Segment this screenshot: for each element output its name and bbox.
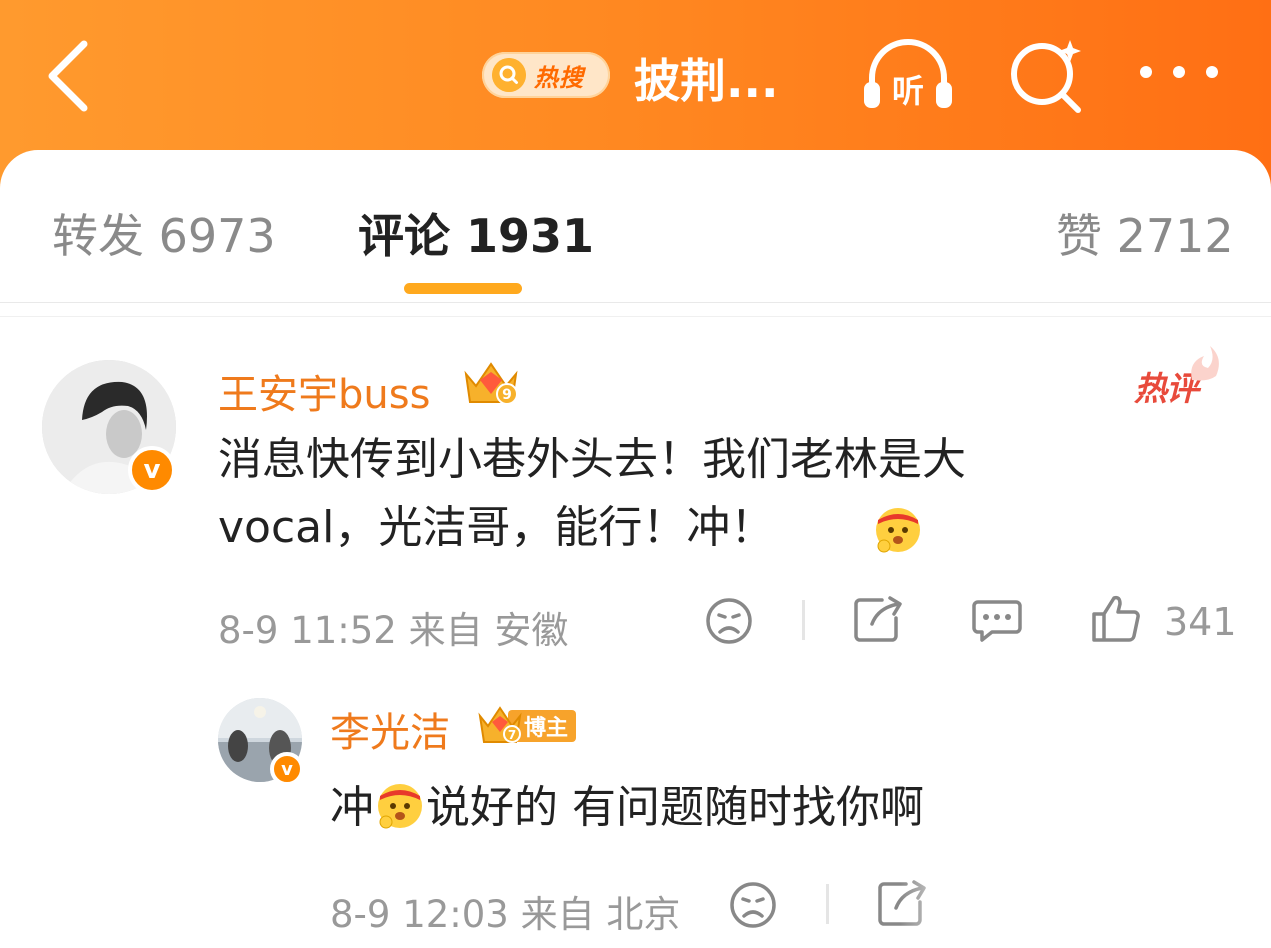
action-separator bbox=[826, 884, 829, 924]
action-separator bbox=[802, 600, 805, 640]
blogger-badge: 7 博主 bbox=[478, 706, 576, 743]
cheer-emoji-icon bbox=[378, 784, 422, 829]
page-title: 披荆... bbox=[634, 54, 779, 108]
tab-active-indicator bbox=[404, 283, 522, 294]
svg-text:博主: 博主 bbox=[524, 715, 568, 741]
bottom-fade-overlay bbox=[900, 868, 1271, 948]
reply-icon[interactable] bbox=[970, 596, 1024, 646]
search-small-icon bbox=[492, 58, 526, 92]
tab-comments[interactable]: 评论 1931 bbox=[358, 200, 594, 266]
headphones-icon[interactable]: 听 bbox=[858, 38, 958, 114]
comment-username[interactable]: 王安宇buss bbox=[218, 362, 430, 420]
back-icon[interactable] bbox=[40, 38, 100, 114]
listen-label: 听 bbox=[892, 72, 924, 110]
like-icon[interactable] bbox=[1090, 592, 1142, 644]
verified-badge: v bbox=[270, 752, 304, 786]
hot-search-label: 热搜 bbox=[534, 64, 584, 92]
tab-likes[interactable]: 赞 2712 bbox=[1056, 200, 1234, 266]
comment-text-line2: vocal，光洁哥，能行！冲！ bbox=[218, 502, 775, 553]
dislike-icon[interactable] bbox=[728, 880, 778, 930]
svg-text:7: 7 bbox=[508, 728, 516, 742]
hot-search-badge[interactable]: 热搜 bbox=[482, 52, 610, 98]
comment-meta: 8-9 11:52 来自 安徽 bbox=[218, 609, 569, 652]
reply-meta: 8-9 12:03 来自 北京 bbox=[330, 893, 681, 936]
svg-text:9: 9 bbox=[502, 387, 512, 403]
tab-reposts[interactable]: 转发 6973 bbox=[52, 200, 276, 266]
reply-username[interactable]: 李光洁 bbox=[330, 700, 450, 758]
dislike-icon[interactable] bbox=[704, 596, 754, 646]
share-icon[interactable] bbox=[852, 594, 906, 644]
section-divider bbox=[0, 316, 1271, 317]
more-icon[interactable] bbox=[1134, 52, 1224, 92]
crown-level-icon: 9 bbox=[464, 362, 518, 405]
reply-text: 冲 说好的 有问题随时找你啊 bbox=[330, 774, 924, 842]
like-count: 341 bbox=[1164, 600, 1237, 644]
flame-icon bbox=[1191, 346, 1219, 381]
comment-text-line1: 消息快传到小巷外头去！我们老林是大 bbox=[218, 434, 966, 485]
search-icon[interactable] bbox=[1004, 34, 1090, 114]
tab-divider bbox=[0, 302, 1271, 303]
verified-badge: v bbox=[128, 446, 176, 494]
cheer-emoji-icon bbox=[876, 508, 920, 553]
